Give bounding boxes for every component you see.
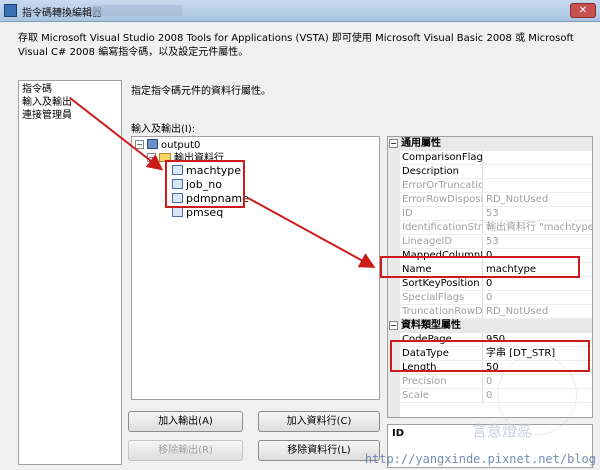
inputs-outputs-label: 輸入及輸出(I): [131, 124, 196, 135]
property-description-title: ID [392, 428, 405, 439]
property-value[interactable]: 950 [483, 333, 592, 347]
property-value[interactable] [483, 165, 592, 179]
column-icon [172, 165, 183, 175]
column-label: pdmpname [186, 192, 249, 205]
property-name: Length [400, 361, 483, 375]
blurred-title-region [92, 5, 182, 16]
column-label: job_no [186, 178, 222, 191]
column-label: machtype [186, 164, 242, 177]
property-row[interactable]: TruncationRowDispositionRD_NotUsed [388, 305, 592, 319]
property-value: 53 [483, 235, 592, 249]
property-value: RD_NotUsed [483, 305, 592, 319]
property-row[interactable]: ErrorOrTruncationOperation [388, 179, 592, 193]
add-column-button[interactable]: 加入資料行(C) [258, 411, 380, 432]
property-value: 輸出資料行 "machtype" (53) [483, 221, 592, 235]
property-name: Name [400, 263, 483, 277]
property-value[interactable]: machtype [483, 263, 592, 277]
collapse-icon[interactable]: − [389, 139, 398, 148]
property-value [483, 179, 592, 193]
property-row[interactable]: SpecialFlags 0 [388, 291, 592, 305]
tree-item-column[interactable]: pdmpname [172, 192, 249, 205]
property-row[interactable]: CodePage 950 [388, 333, 592, 347]
inputs-outputs-tree[interactable]: − output0 − 輸出資料行 machtype job_no pdmpname… [131, 136, 380, 400]
column-label: pmseq [186, 206, 224, 219]
add-output-button[interactable]: 加入輸出(A) [128, 411, 243, 432]
property-name: MappedColumnID [400, 249, 483, 263]
property-name: ID [400, 207, 483, 221]
property-row[interactable]: SortKeyPosition 0 [388, 277, 592, 291]
tree-node-output-columns-label: 輸出資料行 [174, 153, 224, 164]
remove-column-button[interactable]: 移除資料行(L) [258, 440, 380, 461]
output-icon [147, 139, 158, 149]
tree-node-output0-label: output0 [161, 140, 201, 151]
property-value: RD_NotUsed [483, 193, 592, 207]
watermark-blog-name: 言意燈蕊 [472, 422, 533, 440]
property-name: CodePage [400, 333, 483, 347]
property-name: ErrorOrTruncationOperation [400, 179, 483, 193]
tree-item-column[interactable]: machtype [172, 164, 241, 177]
property-row[interactable]: ID 53 [388, 207, 592, 221]
category-label: 通用屬性 [401, 138, 441, 149]
property-row-name[interactable]: Name machtype [388, 263, 592, 277]
editor-description: 存取 Microsoft Visual Studio 2008 Tools fo… [18, 33, 574, 58]
property-name: SpecialFlags [400, 291, 483, 305]
property-name: IdentificationString [400, 221, 483, 235]
remove-output-button[interactable]: 移除輸出(R) [128, 440, 243, 461]
category-common-properties[interactable]: − 通用屬性 [388, 137, 592, 151]
tree-item-column[interactable]: pmseq [172, 206, 223, 219]
property-row[interactable]: ComparisonFlags [388, 151, 592, 165]
nav-item-inputs-outputs[interactable]: 輸入及輸出 [22, 96, 118, 109]
property-row[interactable]: Description [388, 165, 592, 179]
tree-node-output0[interactable]: − output0 [135, 139, 200, 152]
close-button[interactable]: ✕ [570, 3, 596, 18]
instruction-label: 指定指令碼元件的資料行屬性。 [131, 86, 271, 97]
nav-item-connection-managers[interactable]: 連接管理員 [22, 109, 118, 122]
page-navigation-list[interactable]: 指令碼 輸入及輸出 連接管理員 [18, 80, 122, 465]
property-name: Description [400, 165, 483, 179]
property-name: ErrorRowDisposition [400, 193, 483, 207]
property-name: TruncationRowDisposition [400, 305, 483, 319]
collapse-icon[interactable]: − [135, 140, 144, 149]
category-data-type-properties[interactable]: − 資料類型屬性 [388, 319, 592, 333]
property-row[interactable]: MappedColumnID 0 [388, 249, 592, 263]
nav-item-script[interactable]: 指令碼 [22, 83, 118, 96]
column-icon [172, 207, 183, 217]
watermark-url: http://yangxinde.pixnet.net/blog [364, 452, 596, 466]
property-name: LineageID [400, 235, 483, 249]
property-name: DataType [400, 347, 483, 361]
property-value[interactable]: 0 [483, 277, 592, 291]
tree-item-column[interactable]: job_no [172, 178, 222, 191]
property-row-datatype[interactable]: DataType 字串 [DT_STR] [388, 347, 592, 361]
property-value: 53 [483, 207, 592, 221]
property-row[interactable]: IdentificationString輸出資料行 "machtype" (53… [388, 221, 592, 235]
app-icon [4, 4, 17, 17]
property-name: ComparisonFlags [400, 151, 483, 165]
category-label: 資料類型屬性 [401, 320, 461, 331]
collapse-icon[interactable]: − [389, 321, 398, 330]
property-value: 0 [483, 291, 592, 305]
window-title: 指令碼轉換編輯器 [22, 8, 102, 19]
property-name: Precision [400, 375, 483, 389]
property-value[interactable]: 0 [483, 249, 592, 263]
column-icon [172, 179, 183, 189]
folder-icon [159, 153, 171, 162]
collapse-icon[interactable]: − [147, 153, 156, 162]
property-name: Scale [400, 389, 483, 403]
property-value[interactable] [483, 151, 592, 165]
property-row[interactable]: LineageID 53 [388, 235, 592, 249]
column-icon [172, 193, 183, 203]
property-row[interactable]: ErrorRowDispositionRD_NotUsed [388, 193, 592, 207]
title-bar: 指令碼轉換編輯器 ✕ [0, 0, 600, 22]
property-name: SortKeyPosition [400, 277, 483, 291]
